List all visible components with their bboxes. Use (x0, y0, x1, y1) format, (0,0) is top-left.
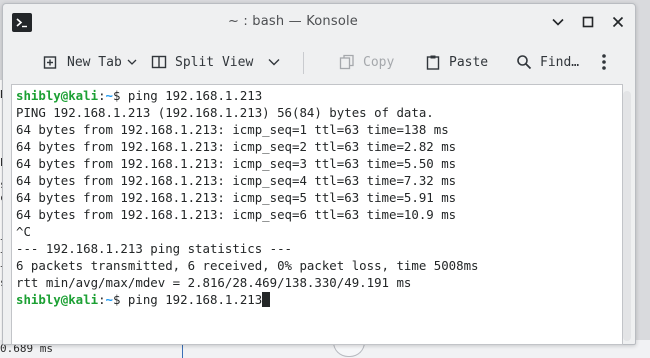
prompt-path: ~ (105, 88, 113, 103)
find-button[interactable]: Find… (516, 44, 579, 80)
prompt-path: ~ (105, 292, 113, 307)
output-line: 64 bytes from 192.168.1.213: icmp_seq=3 … (16, 156, 457, 171)
copy-label: Copy (363, 54, 395, 70)
command-text[interactable]: ping 192.168.1.213 (120, 292, 262, 307)
close-icon (612, 16, 624, 28)
paste-button[interactable]: Paste (425, 44, 488, 80)
find-label: Find… (540, 54, 580, 70)
paste-label: Paste (449, 54, 489, 70)
prompt-user: shibly@kali (16, 88, 99, 103)
split-view-icon (151, 54, 167, 70)
hamburger-menu-button[interactable] (601, 44, 607, 80)
new-tab-label: New Tab (67, 54, 122, 70)
new-tab-icon (43, 54, 59, 70)
toolbar: New Tab Split View Copy Paste Find… (3, 44, 635, 80)
title-bar[interactable]: ~ : bash — Konsole (3, 4, 635, 40)
maximize-icon (582, 16, 594, 28)
output-line: 64 bytes from 192.168.1.213: icmp_seq=4 … (16, 173, 457, 188)
output-line: --- 192.168.1.213 ping statistics --- (16, 241, 293, 256)
copy-icon (339, 54, 355, 70)
output-line: 64 bytes from 192.168.1.213: icmp_seq=6 … (16, 207, 457, 222)
konsole-window: ~ : bash — Konsole New Tab Split View Co… (2, 3, 636, 345)
output-line: 64 bytes from 192.168.1.213: icmp_seq=5 … (16, 190, 457, 205)
command-text: ping 192.168.1.213 (120, 88, 263, 103)
maximize-button[interactable] (579, 13, 597, 31)
terminal-output: shibly@kali:~$ ping 192.168.1.213 PING 1… (16, 87, 479, 308)
clipboard-icon (425, 54, 441, 70)
terminal-view[interactable]: shibly@kali:~$ ping 192.168.1.213 PING 1… (11, 84, 623, 345)
chevron-down-icon (268, 59, 280, 66)
prompt-line: shibly@kali:~$ ping 192.168.1.213 (16, 88, 263, 103)
output-line: 6 packets transmitted, 6 received, 0% pa… (16, 258, 479, 273)
chevron-down-icon (552, 18, 564, 26)
output-line: PING 192.168.1.213 (192.168.1.213) 56(84… (16, 105, 434, 120)
minimize-button[interactable] (549, 13, 567, 31)
kebab-menu-icon (602, 54, 606, 70)
search-icon (516, 54, 532, 70)
window-title: ~ : bash — Konsole (227, 14, 359, 29)
output-line: ^C (16, 224, 31, 239)
split-view-label: Split View (175, 54, 254, 70)
prompt-line: shibly@kali:~$ ping 192.168.1.213 (16, 291, 479, 308)
new-tab-button[interactable]: New Tab (43, 44, 122, 80)
copy-button[interactable]: Copy (339, 44, 394, 80)
chevron-down-icon (127, 59, 137, 65)
output-line: 64 bytes from 192.168.1.213: icmp_seq=1 … (16, 122, 449, 137)
vertical-scrollbar[interactable] (623, 91, 631, 341)
new-tab-menu-button[interactable] (127, 44, 137, 80)
output-line: 64 bytes from 192.168.1.213: icmp_seq=2 … (16, 139, 457, 154)
close-button[interactable] (609, 13, 627, 31)
text-cursor (262, 292, 271, 307)
output-line: rtt min/avg/max/mdev = 2.816/28.469/138.… (16, 275, 412, 290)
prompt-user: shibly@kali (16, 292, 99, 307)
split-view-button[interactable]: Split View (151, 44, 281, 80)
toolbar-separator (303, 52, 304, 74)
